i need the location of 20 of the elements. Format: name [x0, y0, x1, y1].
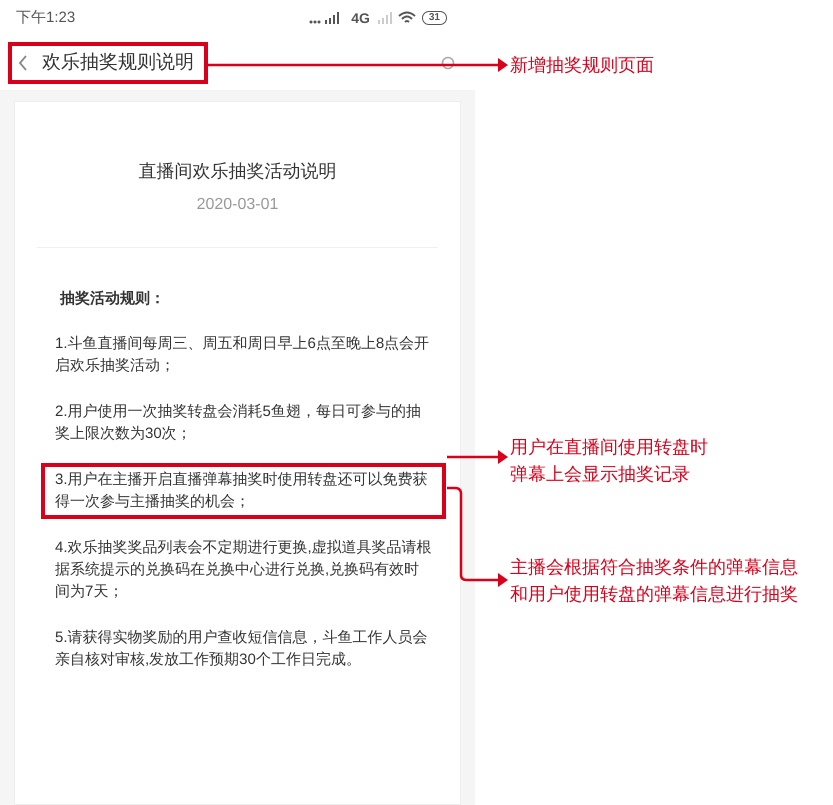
back-icon[interactable] — [18, 55, 28, 71]
rule-text: 2.用户使用一次抽奖转盘会消耗5鱼翅，每日可参与的抽奖上限次数为30次； — [54, 402, 422, 444]
rules-heading: 抽奖活动规则： — [60, 289, 166, 309]
battery-icon: 31 — [422, 11, 447, 25]
rule-text: 5.请获得实物奖励的用户查收短信信息，斗鱼工作人员会亲自核对审核,发放工作预期30个工作日完成。 — [54, 628, 429, 670]
rule-text: 4.欢乐抽奖奖品列表会不定期进行更换,虚拟道具奖品请根据系统提示的兑换码在兑换中心进行兑换,兑换码有效时间为7天； — [54, 538, 433, 602]
article-title: 直播间欢乐抽奖活动说明 — [138, 160, 338, 183]
rule-text: 3.用户在主播开启直播弹幕抽奖时使用转盘还可以免费获得一次参与主播抽奖的机会； — [41, 462, 446, 518]
page-title: 欢乐抽奖规则说明 — [42, 50, 194, 75]
wifi-icon — [398, 11, 416, 25]
network-label: 4G — [351, 8, 370, 28]
annotation-text: 用户在直播间使用转盘时 弹幕上会显示抽奖记录 — [510, 436, 708, 486]
rule-text: 1.斗鱼直播间每周三、周五和周日早上6点至晚上8点会开启欢乐抽奖活动； — [54, 334, 430, 376]
article-date: 2020-03-01 — [196, 195, 280, 215]
annotation-text: 新增抽奖规则页面 — [510, 54, 654, 77]
annotation-text: 主播会根据符合抽奖条件的弹幕信息 和用户使用转盘的弹幕信息进行抽奖 — [510, 556, 798, 606]
search-icon[interactable] — [441, 56, 455, 70]
status-time: 下午1:23 — [16, 8, 76, 28]
leader-line — [447, 450, 508, 464]
signal-icon — [376, 12, 392, 24]
